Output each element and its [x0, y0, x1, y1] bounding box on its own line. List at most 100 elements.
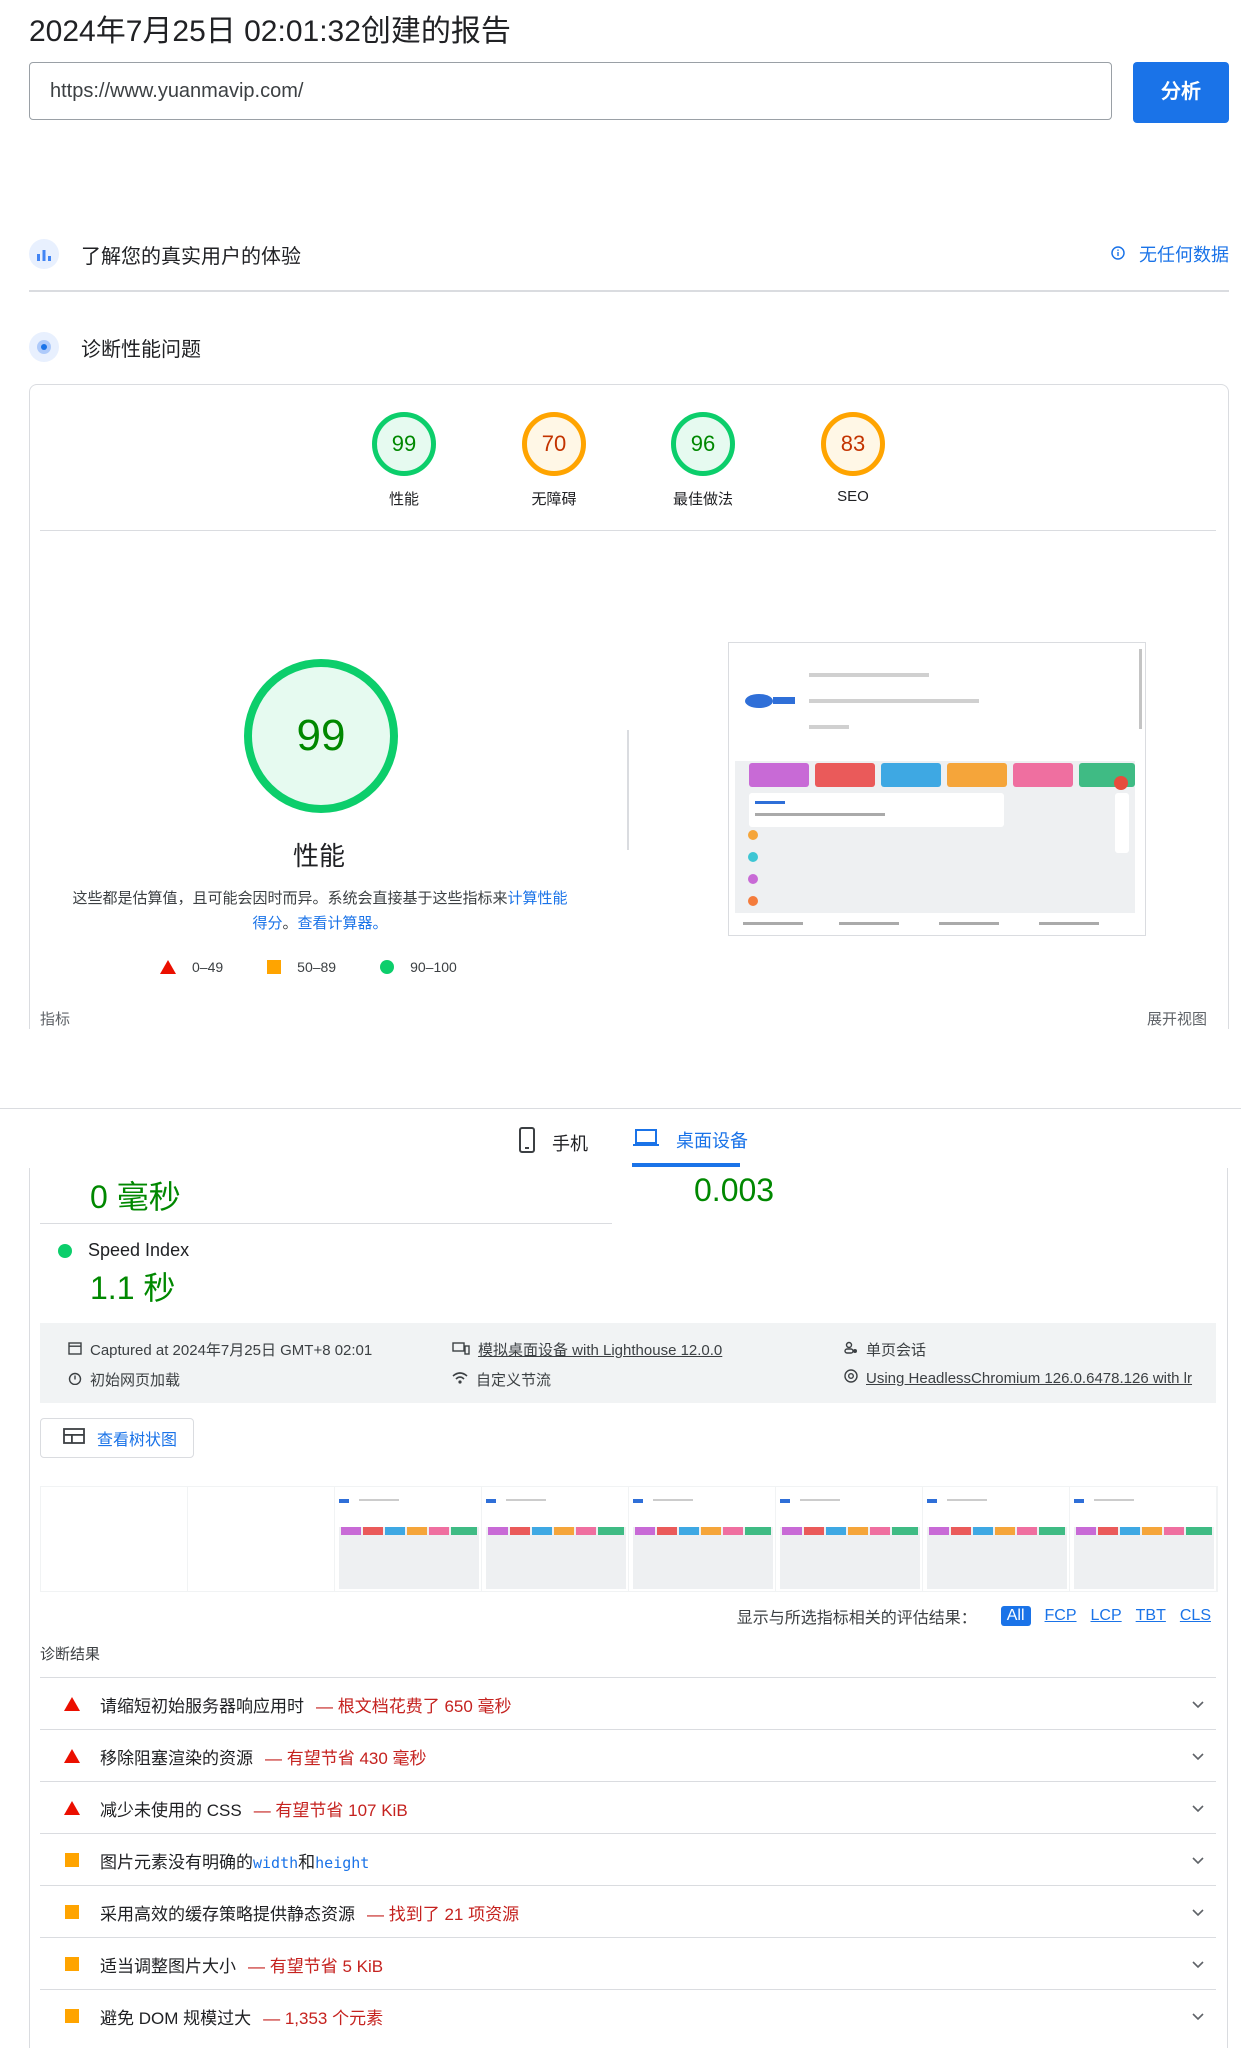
fail-triangle-icon: [64, 1749, 80, 1763]
performance-score-gauge: 99: [244, 659, 398, 813]
active-tab-indicator: [632, 1163, 740, 1167]
speed-index-label: Speed Index: [88, 1240, 190, 1260]
diagnose-label: 诊断性能问题: [81, 338, 201, 361]
session-text: 单页会话: [866, 1342, 927, 1359]
filter-chip-fcp[interactable]: FCP: [1045, 1607, 1077, 1625]
score-label: 性能: [388, 491, 419, 508]
session: 单页会话: [844, 1339, 926, 1360]
diagnostics-heading: 诊断结果: [40, 1646, 101, 1663]
fail-triangle-icon: [64, 1697, 80, 1711]
speed-index-value: 1.1 秒: [90, 1270, 176, 1306]
metric-filter: 显示与所选指标相关的评估结果： All FCP LCP TBT CLS: [737, 1604, 1211, 1628]
desc-text: 这些都是估算值，且可能会因时而异。系统会直接基于这些指标来: [72, 890, 508, 907]
score-value: 83: [821, 412, 885, 476]
initial-load: 初始网页加载: [68, 1369, 180, 1390]
fail-triangle-icon: [160, 960, 176, 974]
audit-title-part: 和: [298, 1852, 316, 1872]
captured-at: Captured at 2024年7月25日 GMT+8 02:01: [68, 1339, 372, 1360]
audit-title: 避免 DOM 规模过大: [100, 2008, 252, 2028]
audit-row[interactable]: 图片元素没有明确的width和height: [40, 1833, 1216, 1886]
legend-fail: 0–49: [192, 959, 224, 975]
phone-icon: [518, 1127, 536, 1158]
audit-title: 适当调整图片大小: [100, 1956, 236, 1976]
tab-mobile-label: 手机: [552, 1133, 588, 1154]
view-treemap-button[interactable]: 查看树状图: [40, 1418, 194, 1458]
score-legend: 0–49 50–89 90–100: [160, 959, 457, 975]
devices-icon: [452, 1341, 470, 1359]
tab-mobile[interactable]: 手机: [518, 1127, 588, 1158]
browser-version[interactable]: Using HeadlessChromium 126.0.6478.126 wi…: [844, 1369, 1192, 1387]
audit-row[interactable]: 避免 DOM 规模过大 — 1,353 个元素: [40, 1989, 1216, 2042]
tab-desktop[interactable]: 桌面设备: [632, 1127, 748, 1153]
runtime-settings: Captured at 2024年7月25日 GMT+8 02:01 初始网页加…: [40, 1323, 1216, 1403]
filter-chip-cls[interactable]: CLS: [1180, 1607, 1211, 1625]
cls-value: 0.003: [694, 1172, 775, 1208]
chrome-icon: [844, 1369, 858, 1387]
filmstrip-frame: [188, 1487, 335, 1591]
filmstrip-frame: [1070, 1487, 1217, 1591]
average-square-icon: [65, 1905, 79, 1919]
code-width: width: [253, 1853, 299, 1872]
chevron-down-icon: [1192, 1852, 1204, 1868]
tab-desktop-label: 桌面设备: [676, 1131, 748, 1151]
filmstrip-frame: [776, 1487, 923, 1591]
score-label: 无障碍: [531, 491, 577, 508]
url-input[interactable]: https://www.yuanmavip.com/: [29, 62, 1112, 120]
chevron-down-icon: [1192, 1904, 1204, 1920]
final-screenshot: [728, 642, 1146, 936]
emulated-text: 模拟桌面设备 with Lighthouse 12.0.0: [478, 1342, 723, 1359]
average-square-icon: [65, 1957, 79, 1971]
filter-chip-tbt[interactable]: TBT: [1136, 1607, 1166, 1625]
audit-row[interactable]: 减少未使用的 CSS — 有望节省 107 KiB: [40, 1781, 1216, 1834]
audit-display-value: — 根文档花费了 650 毫秒: [316, 1696, 512, 1716]
expand-view-toggle[interactable]: 展开视图: [1147, 1008, 1207, 1029]
page-title: 2024年7月25日 02:01:32创建的报告: [29, 15, 511, 48]
audit-title-part: 图片元素没有明确的: [100, 1852, 253, 1872]
pass-circle-icon: [58, 1243, 72, 1258]
filter-chip-lcp[interactable]: LCP: [1091, 1607, 1122, 1625]
calculator-link[interactable]: 查看计算器: [298, 915, 373, 932]
treemap-icon: [63, 1427, 85, 1449]
vertical-divider: [627, 730, 629, 850]
filmstrip-frame: [629, 1487, 776, 1591]
audit-display-value: — 1,353 个元素: [263, 2008, 384, 2028]
score-value: 96: [671, 412, 735, 476]
card-right-border: [1227, 1168, 1228, 2048]
audit-row[interactable]: 适当调整图片大小 — 有望节省 5 KiB: [40, 1937, 1216, 1990]
captured-text: Captured at 2024年7月25日 GMT+8 02:01: [90, 1342, 373, 1359]
audit-row[interactable]: 移除阻塞渲染的资源 — 有望节省 430 毫秒: [40, 1729, 1216, 1782]
analyze-button[interactable]: 分析: [1133, 62, 1229, 123]
average-square-icon: [65, 2009, 79, 2023]
filmstrip-frame: [482, 1487, 629, 1591]
chevron-down-icon: [1192, 1748, 1204, 1764]
desc-sep: 。: [282, 915, 298, 932]
device-tabs: 手机 桌面设备: [0, 1108, 1241, 1169]
audit-row[interactable]: 采用高效的缓存策略提供静态资源 — 找到了 21 项资源: [40, 1885, 1216, 1938]
audit-row[interactable]: 请缩短初始服务器响应用时 — 根文档花费了 650 毫秒: [40, 1677, 1216, 1730]
score-gauge-performance[interactable]: 99 性能: [344, 412, 464, 509]
tbt-value: 0 毫秒: [90, 1179, 181, 1215]
treemap-label: 查看树状图: [97, 1432, 178, 1449]
fail-triangle-icon: [64, 1801, 80, 1815]
filter-label: 显示与所选指标相关的评估结果：: [736, 1610, 977, 1627]
lab-gauge-icon: [29, 332, 59, 362]
score-value: 70: [522, 412, 586, 476]
laptop-icon: [632, 1128, 660, 1153]
score-value: 99: [372, 412, 436, 476]
crux-section-header[interactable]: 了解您的真实用户的体验 无任何数据: [29, 232, 1229, 276]
audit-title: 图片元素没有明确的width和height: [100, 1848, 369, 1873]
emulated-device[interactable]: 模拟桌面设备 with Lighthouse 12.0.0: [452, 1339, 722, 1360]
chevron-down-icon: [1192, 1956, 1204, 1972]
wifi-icon: [452, 1371, 468, 1389]
filter-chip-all[interactable]: All: [1000, 1606, 1031, 1626]
timer-icon: [68, 1371, 82, 1389]
score-gauge-best-practices[interactable]: 96 最佳做法: [643, 412, 763, 509]
audit-display-value: — 有望节省 107 KiB: [253, 1800, 408, 1820]
info-icon: [1111, 244, 1125, 265]
score-gauge-seo[interactable]: 83 SEO: [793, 412, 913, 505]
pass-circle-icon: [380, 960, 395, 974]
diagnose-section-header: 诊断性能问题: [29, 325, 1229, 369]
performance-description: 这些都是估算值，且可能会因时而异。系统会直接基于这些指标来计算性能得分。查看计算…: [70, 886, 570, 936]
no-data-label: 无任何数据: [1139, 245, 1229, 265]
score-gauge-accessibility[interactable]: 70 无障碍: [494, 412, 614, 509]
